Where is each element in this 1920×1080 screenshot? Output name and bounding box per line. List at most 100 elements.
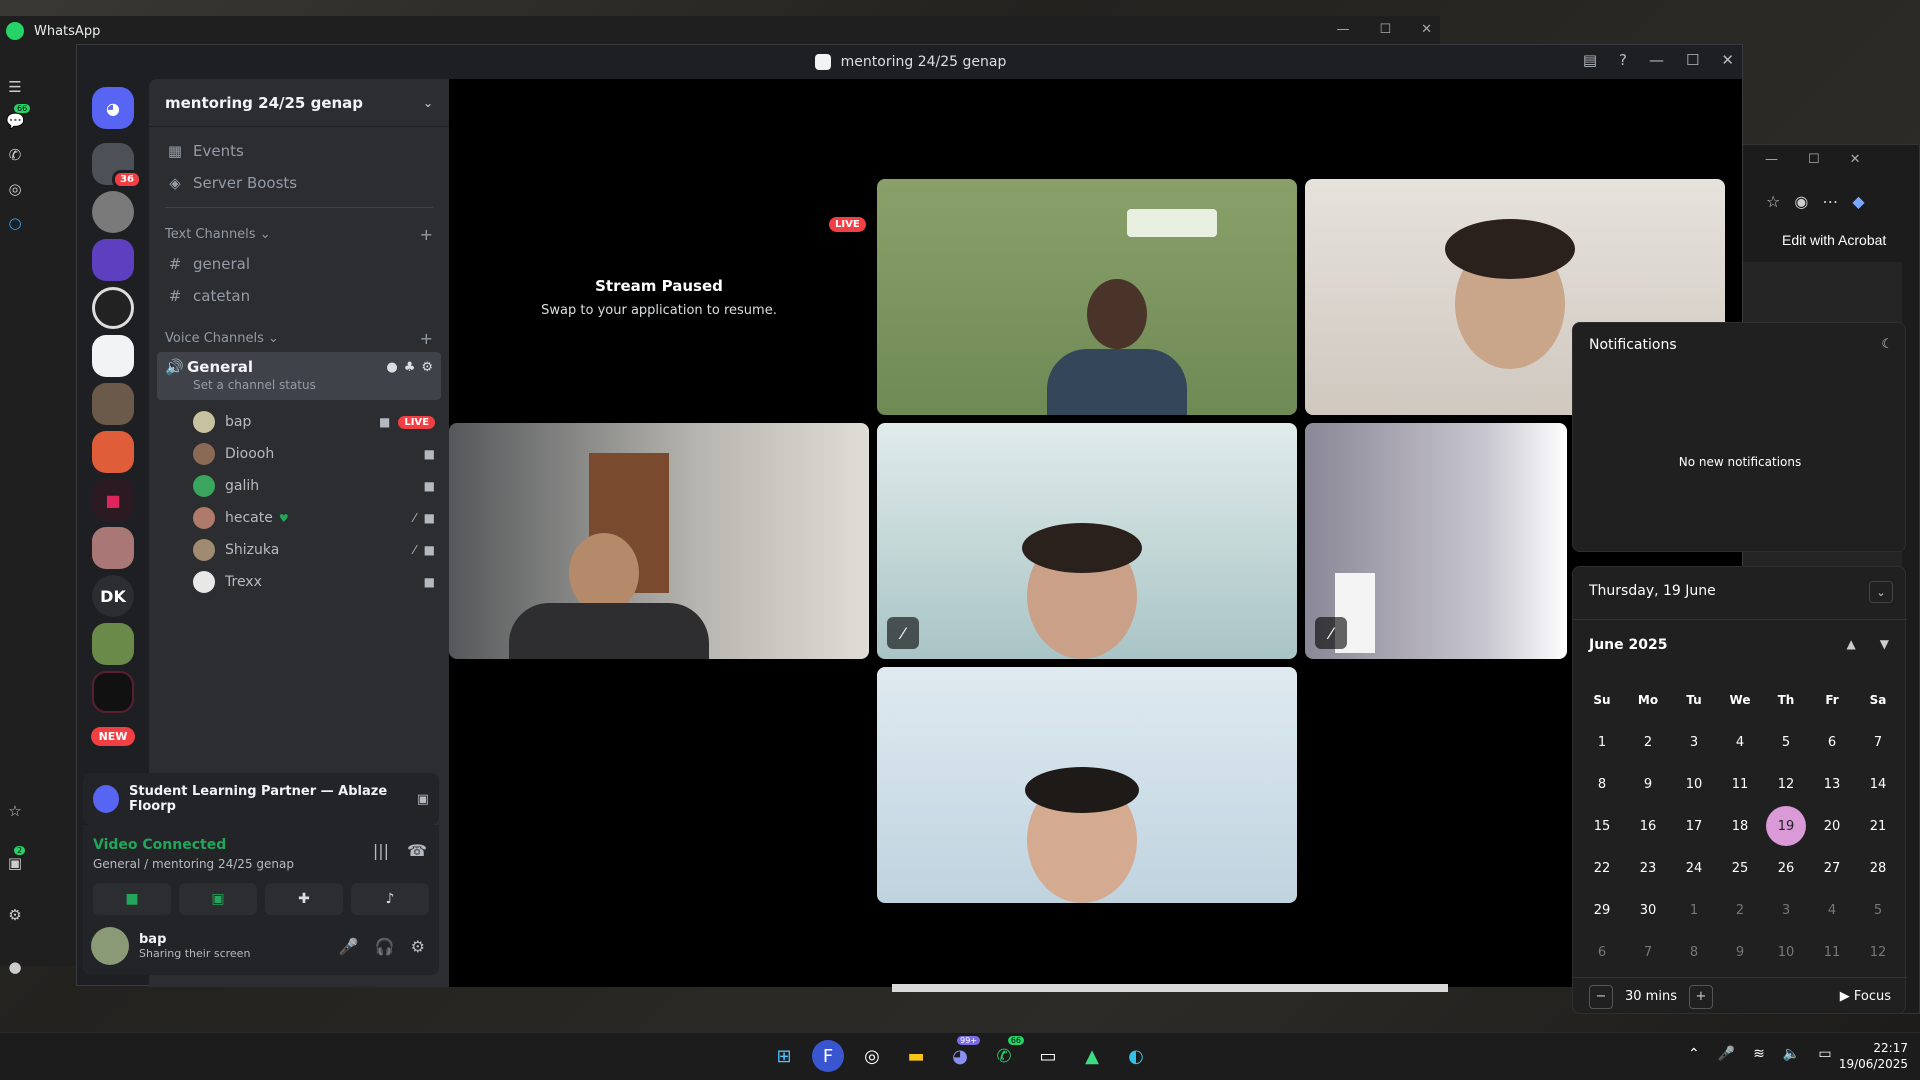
channel-status[interactable]: Set a channel status [193, 378, 433, 392]
calendar-day[interactable]: 7 [1625, 931, 1671, 973]
calendar-day[interactable]: 25 [1717, 847, 1763, 889]
add-channel-icon[interactable]: + [420, 329, 433, 348]
voice-location[interactable]: General / mentoring 24/25 genap [93, 857, 294, 871]
edge-icon[interactable]: ◐ [1120, 1040, 1152, 1072]
chevron-up-icon[interactable]: ⌃ [1688, 1046, 1700, 1062]
calendar-day[interactable]: 22 [1579, 847, 1625, 889]
gear-icon[interactable]: ⚙ [421, 360, 433, 375]
starred-icon[interactable]: ☆ [6, 802, 24, 820]
calendar-day[interactable]: 3 [1671, 721, 1717, 763]
calendar-day[interactable]: 23 [1625, 847, 1671, 889]
meta-ai-icon[interactable]: ○ [6, 214, 24, 232]
voice-user-hecate[interactable]: hecate ♥ ⁄ ■ [149, 502, 449, 534]
voice-user-trexx[interactable]: Trexx ■ [149, 566, 449, 598]
calendar-day[interactable]: 8 [1579, 763, 1625, 805]
calendar-day[interactable]: 18 [1717, 805, 1763, 847]
maximize-icon[interactable]: ☐ [1379, 22, 1391, 37]
whatsapp-icon[interactable]: ✆ 66 [988, 1036, 1024, 1072]
stop-stream-icon[interactable]: ▣ [417, 792, 429, 807]
profile-icon[interactable]: ● [6, 958, 24, 976]
calendar-day[interactable]: 3 [1763, 889, 1809, 931]
calendar-day[interactable]: 13 [1809, 763, 1855, 805]
invite-icon[interactable]: ♣ [404, 360, 416, 375]
video-tile[interactable] [877, 667, 1297, 903]
camera-button[interactable]: ■ [93, 883, 171, 915]
minimize-icon[interactable]: — [1649, 51, 1664, 69]
increase-button[interactable]: + [1688, 984, 1713, 1009]
minimize-icon[interactable]: — [1765, 152, 1778, 167]
archived-icon[interactable]: ▣ 2 [6, 846, 26, 872]
wifi-icon[interactable]: ≋ [1753, 1046, 1765, 1062]
calendar-day[interactable]: 9 [1625, 763, 1671, 805]
video-tile[interactable]: ⁄ [877, 423, 1297, 659]
channel-general[interactable]: # general [149, 248, 449, 280]
stream-paused-tile[interactable]: Stream Paused Swap to your application t… [449, 179, 869, 415]
calendar-month[interactable]: June 2025 [1589, 637, 1667, 653]
calendar-day[interactable]: 11 [1809, 931, 1855, 973]
calendar-day[interactable]: 15 [1579, 805, 1625, 847]
collapse-icon[interactable]: ⌄ [1869, 581, 1893, 603]
minimize-icon[interactable]: — [1336, 22, 1349, 37]
decrease-button[interactable]: − [1589, 984, 1613, 1009]
calls-icon[interactable]: ✆ [6, 146, 24, 164]
previous-month-icon[interactable]: ▲ [1847, 637, 1856, 651]
disconnect-icon[interactable]: ☎ [407, 841, 427, 860]
server-item[interactable] [92, 431, 134, 473]
calendar-day[interactable]: 4 [1809, 889, 1855, 931]
server-item-dk[interactable]: DK [92, 575, 134, 617]
calendar-day[interactable]: 17 [1671, 805, 1717, 847]
favorites-icon[interactable]: ☆ [1766, 192, 1780, 211]
discord-icon[interactable]: ◕ 99+ [944, 1036, 980, 1072]
voice-user-shizuka[interactable]: Shizuka ⁄ ■ [149, 534, 449, 566]
voice-connected-status[interactable]: Video Connected [93, 837, 226, 853]
inbox-icon[interactable]: ▤ [1583, 51, 1597, 69]
settings-icon[interactable]: ⚙ [6, 906, 24, 924]
calendar-day[interactable]: 4 [1717, 721, 1763, 763]
edit-with-acrobat-button[interactable]: Edit with Acrobat [1782, 232, 1886, 248]
menu-icon[interactable]: ☰ [6, 78, 24, 96]
maximize-icon[interactable]: ☐ [1808, 152, 1820, 167]
calendar-day[interactable]: 5 [1855, 889, 1901, 931]
calendar-day[interactable]: 16 [1625, 805, 1671, 847]
nav-events[interactable]: ▦ Events [149, 135, 449, 167]
server-item[interactable] [92, 623, 134, 665]
server-header[interactable]: mentoring 24/25 genap ⌄ [149, 79, 449, 127]
calendar-day[interactable]: 21 [1855, 805, 1901, 847]
copilot-icon[interactable]: ◆ [1852, 192, 1864, 211]
calendar-day[interactable]: 1 [1671, 889, 1717, 931]
soundboard-button[interactable]: ♪ [351, 883, 429, 915]
file-explorer-icon[interactable]: ▬ [900, 1040, 932, 1072]
calendar-day[interactable]: 6 [1809, 721, 1855, 763]
nav-server-boosts[interactable]: ◈ Server Boosts [149, 167, 449, 199]
close-icon[interactable]: ✕ [1850, 152, 1861, 167]
voice-user-galih[interactable]: galih ■ [149, 470, 449, 502]
close-icon[interactable]: ✕ [1421, 22, 1432, 37]
channel-catetan[interactable]: # catetan [149, 280, 449, 312]
calendar-day[interactable]: 1 [1579, 721, 1625, 763]
server-item-active[interactable] [92, 335, 134, 377]
gear-icon[interactable]: ⚙ [411, 937, 425, 956]
server-item[interactable] [92, 671, 134, 713]
chats-icon[interactable]: 💬 66 [6, 104, 31, 130]
calendar-day[interactable]: 8 [1671, 931, 1717, 973]
status-icon[interactable]: ◎ [6, 180, 24, 198]
text-channels-category[interactable]: Text Channels ⌄ + [149, 220, 449, 248]
calendar-day[interactable]: 19 [1763, 805, 1809, 847]
chat-icon[interactable]: ● [386, 360, 397, 375]
floorp-icon[interactable]: F [812, 1040, 844, 1072]
calendar-day[interactable]: 11 [1717, 763, 1763, 805]
calendar-day[interactable]: 10 [1763, 931, 1809, 973]
calendar-day[interactable]: 29 [1579, 889, 1625, 931]
calendar-day[interactable]: 24 [1671, 847, 1717, 889]
calendar-day[interactable]: 26 [1763, 847, 1809, 889]
next-month-icon[interactable]: ▼ [1880, 637, 1889, 651]
start-icon[interactable]: ⊞ [768, 1040, 800, 1072]
voice-user-bap[interactable]: bap ■ LIVE [149, 406, 449, 438]
activity-button[interactable]: ✚ [265, 883, 343, 915]
discord-home-icon[interactable]: ◕ [92, 87, 134, 129]
calendar-day[interactable]: 14 [1855, 763, 1901, 805]
calendar-day[interactable]: 12 [1763, 763, 1809, 805]
calendar-day[interactable]: 9 [1717, 931, 1763, 973]
calendar-day[interactable]: 6 [1579, 931, 1625, 973]
voice-user-dioooh[interactable]: Dioooh ■ [149, 438, 449, 470]
